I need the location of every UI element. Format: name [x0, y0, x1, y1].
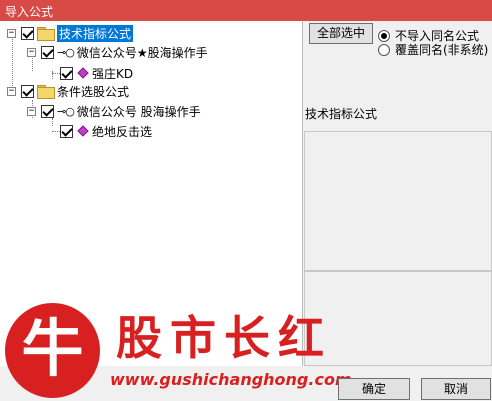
tree-line — [12, 34, 13, 92]
radio-button[interactable] — [378, 43, 390, 56]
node-label: 技术指标公式 — [57, 24, 134, 42]
formula-icon — [77, 125, 89, 137]
node-checkbox[interactable] — [41, 104, 54, 118]
tree-node-formula[interactable]: 强庄KD — [60, 64, 133, 82]
select-all-button[interactable]: 全部选中 — [309, 23, 373, 44]
tree-line — [52, 73, 60, 74]
tree-node-screening-formulas[interactable]: 条件选股公式 — [21, 82, 129, 100]
watermark-url: www.gushichanghong.com — [110, 370, 352, 389]
window-title: 导入公式 — [0, 0, 492, 21]
tree-node-formula[interactable]: 绝地反击选 — [60, 122, 152, 140]
folder-icon — [37, 85, 55, 99]
key-icon: ⊸○ — [57, 104, 75, 118]
node-checkbox[interactable] — [41, 45, 54, 59]
collapse-toggle[interactable]: − — [7, 87, 16, 96]
folder-icon — [37, 27, 55, 41]
node-checkbox[interactable] — [21, 26, 34, 40]
description-panel[interactable] — [304, 131, 492, 271]
key-icon: ⊸○ — [57, 45, 75, 59]
radio-label: 覆盖同名(非系统) — [395, 43, 489, 57]
formula-type-label: 技术指标公式 — [305, 107, 378, 121]
tree-node-indicator-formulas[interactable]: 技术指标公式 — [21, 24, 134, 42]
ok-button[interactable]: 确定 — [338, 378, 410, 400]
watermark-title: 股市长红 — [116, 311, 332, 365]
watermark: 牛 股市长红 www.gushichanghong.com — [0, 300, 360, 401]
radio-button[interactable] — [378, 29, 390, 42]
watermark-logo: 牛 — [5, 303, 100, 398]
node-checkbox[interactable] — [60, 66, 73, 80]
tree-node-group[interactable]: ⊸○ 微信公众号★股海操作手 — [41, 43, 208, 61]
cancel-button[interactable]: 取消 — [421, 378, 491, 400]
collapse-toggle[interactable]: − — [27, 48, 36, 57]
node-label: 微信公众号 股海操作手 — [76, 104, 201, 119]
node-checkbox[interactable] — [60, 124, 73, 138]
formula-icon — [77, 67, 89, 79]
node-label: 条件选股公式 — [57, 84, 130, 99]
tree-line — [52, 131, 60, 132]
radio-overwrite[interactable]: 覆盖同名(非系统) — [378, 41, 488, 58]
node-label: 强庄KD — [92, 66, 134, 81]
collapse-toggle[interactable]: − — [7, 29, 16, 38]
options-area: 全部选中 不导入同名公式 覆盖同名(非系统) — [304, 21, 492, 103]
node-checkbox[interactable] — [21, 84, 34, 98]
node-label: 微信公众号★股海操作手 — [76, 45, 208, 60]
node-label: 绝地反击选 — [92, 124, 153, 139]
collapse-toggle[interactable]: − — [27, 107, 36, 116]
tree-node-group[interactable]: ⊸○ 微信公众号 股海操作手 — [41, 102, 201, 120]
